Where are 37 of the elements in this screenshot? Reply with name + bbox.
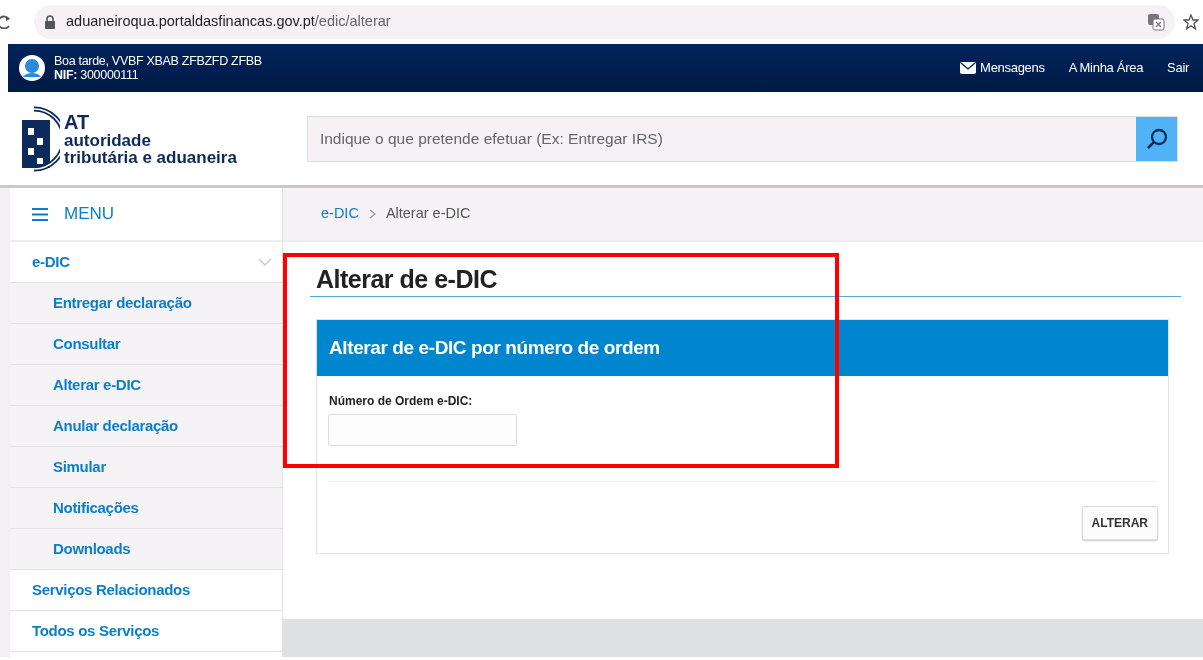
- order-number-field[interactable]: [328, 414, 517, 446]
- logo-text: autoridade: [64, 131, 152, 149]
- search-icon: [1145, 127, 1168, 150]
- field-label: Número de Ordem e-DIC:: [329, 393, 474, 410]
- topbar-link[interactable]: Mensagens: [960, 58, 1045, 78]
- chevron-icon: [368, 209, 376, 219]
- topbar-link[interactable]: Sair: [1167, 58, 1189, 78]
- greeting-text: Boa tarde, VVBF XBAB ZFBZFD ZFBB: [54, 53, 262, 68]
- sidebar-item[interactable]: Todos os Serviços: [10, 611, 282, 652]
- search-button[interactable]: [1136, 116, 1177, 161]
- bookmark-star-icon[interactable]: [1183, 14, 1199, 30]
- sidebar-subitem[interactable]: Consultar: [10, 324, 282, 365]
- page-title: Alterar de e-DIC: [310, 264, 1181, 297]
- sidebar-subitem[interactable]: Entregar declaração: [10, 283, 282, 324]
- panel-title: Alterar de e-DIC por número de ordem: [317, 320, 1168, 376]
- sidebar-subitem[interactable]: Alterar e-DIC: [10, 365, 282, 406]
- menu-icon: [32, 207, 48, 221]
- lock-icon: [44, 15, 56, 29]
- breadcrumb-current: Alterar e-DIC: [385, 204, 471, 224]
- sidebar-subitem[interactable]: Notificações: [10, 488, 282, 529]
- sidebar-subitem[interactable]: Downloads: [10, 529, 282, 570]
- avatar-icon: [18, 54, 46, 82]
- sidebar-subitem[interactable]: Simular: [10, 447, 282, 488]
- topbar-link[interactable]: A Minha Área: [1068, 58, 1144, 78]
- nif-text: NIF: 300000111: [54, 68, 140, 83]
- alter-button[interactable]: ALTERAR: [1081, 506, 1158, 540]
- breadcrumb-link[interactable]: e-DIC: [321, 203, 359, 225]
- sidebar-item[interactable]: Serviços Relacionados: [10, 570, 282, 611]
- logo-emblem-icon: [20, 105, 60, 172]
- address-bar-url[interactable]: aduaneiroqua.portaldasfinancas.gov.pt/edic/alterar: [66, 11, 391, 33]
- logo-text: tributária e aduaneira: [64, 148, 237, 166]
- logo-abbreviation: AT: [64, 111, 91, 132]
- reload-icon[interactable]: [0, 15, 10, 29]
- mail-icon: [960, 62, 977, 74]
- menu-button[interactable]: MENU: [10, 188, 282, 242]
- sidebar-subitem[interactable]: Anular declaração: [10, 406, 282, 447]
- translate-icon[interactable]: [1147, 13, 1165, 31]
